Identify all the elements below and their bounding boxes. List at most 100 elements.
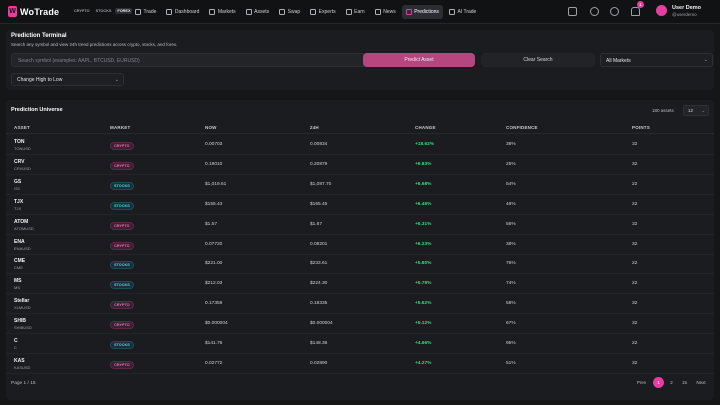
nav-label: Assets	[254, 9, 270, 15]
change-value: +4.27%	[415, 360, 432, 366]
change-value: +9.83%	[415, 161, 432, 167]
language-flag-icon[interactable]	[590, 7, 599, 16]
asset-symbol: C	[14, 338, 18, 344]
now-price: 0.17359	[205, 301, 223, 307]
predicted-24h-price: $165.45	[310, 201, 328, 207]
col-now[interactable]: NOW	[205, 125, 217, 130]
user-name[interactable]: User Demo	[672, 5, 701, 11]
nav-predictions[interactable]: Predictions	[401, 5, 443, 19]
market-switch-forex[interactable]: FOREX	[115, 8, 133, 14]
nav-earn[interactable]: Earn	[342, 5, 369, 19]
asset-pair: XLMUSD	[14, 305, 31, 311]
wallet-icon[interactable]	[568, 7, 577, 16]
nav-label: News	[383, 9, 396, 15]
points-value: 32	[632, 142, 638, 147]
nav-experts[interactable]: Experts	[306, 5, 339, 19]
avatar[interactable]	[656, 5, 667, 16]
market-badge: STOCKS	[110, 201, 134, 210]
col-asset[interactable]: ASSET	[14, 125, 30, 130]
terminal-title: Prediction Terminal	[11, 33, 67, 39]
change-value: +5.79%	[415, 281, 432, 287]
nav-ai-trade[interactable]: AI Trade	[445, 5, 480, 19]
predicted-24h-price: 0.02890	[310, 360, 328, 366]
nav-markets[interactable]: Markets	[205, 5, 239, 19]
col-points[interactable]: POINTS	[632, 125, 650, 130]
page-button-2[interactable]: 2	[666, 377, 677, 388]
asset-pair: ENAUSD	[14, 245, 31, 251]
page-button-15[interactable]: 15	[679, 377, 690, 388]
universe-title: Prediction Universe	[11, 107, 63, 113]
confidence-value: 74%	[506, 281, 516, 287]
confidence-value: 58%	[506, 301, 516, 307]
confidence-value: 38%	[506, 142, 516, 147]
asset-symbol: TJX	[14, 198, 24, 205]
nav-swap[interactable]: Swap	[275, 5, 304, 19]
clear-search-button[interactable]: Clear Search	[481, 53, 595, 67]
table-row[interactable]: CME CME STOCKS $221.00 $233.61 +5.80% 76% 22	[6, 254, 714, 275]
table-row[interactable]: MS MS STOCKS $212.03 $224.30 +5.79% 74% 22	[6, 274, 714, 295]
nav-news[interactable]: News	[371, 5, 400, 19]
sort-value: Change High to Low	[17, 77, 63, 83]
predict-asset-button[interactable]: Predict Asset	[363, 53, 475, 67]
col-24h[interactable]: 24H	[310, 125, 319, 130]
assets-icon	[245, 9, 252, 15]
predicted-24h-price: $148.36	[310, 341, 328, 346]
market-badge: STOCKS	[110, 181, 134, 190]
market-filter-select[interactable]: All Markets ⌄	[600, 53, 713, 67]
change-value: +6.68%	[415, 181, 432, 187]
bell-icon[interactable]	[631, 7, 640, 16]
points-value: 22	[632, 341, 638, 346]
table-row[interactable]: Stellar XLMUSD CRYPTO 0.17359 0.18335 +5.62% 5…	[6, 294, 714, 315]
table-row[interactable]: C C STOCKS $141.76 $148.36 +4.66% 95% 22	[6, 334, 714, 354]
col-change[interactable]: CHANGE	[415, 125, 436, 130]
points-value: 22	[632, 181, 638, 187]
change-value: +5.62%	[415, 301, 432, 307]
asset-symbol: Stellar	[14, 298, 30, 305]
change-value: +18.62%	[415, 142, 435, 147]
predicted-24h-price: $233.61	[310, 261, 328, 267]
now-price: 0.07720	[205, 241, 223, 247]
symbol-search-input[interactable]: Search symbol (examples: AAPL, BTCUSD, E…	[11, 53, 366, 67]
table-row[interactable]: KAS KASUSD CRYPTO 0.02772 0.02890 +4.27% 51% 32	[6, 354, 714, 374]
experts-icon	[310, 9, 317, 15]
logo-mark-icon: W	[8, 6, 17, 17]
table-row[interactable]: ATOM ATOMUSD CRYPTO $1.57 $1.67 +6.31% 56% 32	[6, 215, 714, 235]
asset-symbol: ATOM	[14, 218, 29, 225]
nav-label: AI Trade	[457, 9, 477, 15]
table-row[interactable]: ENA ENAUSD CRYPTO 0.07720 0.08201 +6.23% 38% 32	[6, 235, 714, 255]
table-row[interactable]: TON TONUSD CRYPTO 0.00703 0.00834 +18.62% 38% 3…	[6, 135, 714, 155]
market-switch-crypto[interactable]: CRYPTO	[72, 8, 92, 14]
table-row[interactable]: GS GS STOCKS $1,019.61 $1,087.70 +6.68% 54% 22	[6, 175, 714, 195]
next-page-button[interactable]: Next	[693, 377, 709, 388]
swap-icon	[279, 9, 286, 15]
prev-page-button[interactable]: Prev	[634, 377, 649, 388]
chevron-down-icon: ⌄	[703, 57, 708, 63]
predictions-icon	[405, 9, 412, 15]
notification-badge: 1	[637, 1, 644, 8]
nav-dashboard[interactable]: Dashboard	[162, 5, 203, 19]
robot-icon	[448, 9, 455, 15]
confidence-value: 67%	[506, 321, 516, 327]
sort-select[interactable]: Change High to Low ⌄	[11, 73, 124, 86]
page-button-1[interactable]: 1	[653, 377, 664, 388]
col-confidence[interactable]: CONFIDENCE	[506, 125, 538, 130]
trade-icon	[135, 9, 141, 15]
per-page-select[interactable]: 12 ⌄	[683, 105, 709, 116]
change-value: +6.31%	[415, 221, 432, 227]
nav-assets[interactable]: Assets	[242, 5, 274, 19]
confidence-value: 54%	[506, 181, 516, 187]
nav-label: Predictions	[414, 9, 439, 15]
nav-trade[interactable]: Trade	[131, 5, 160, 19]
table-row[interactable]: CRV CRVUSD CRYPTO 0.19010 0.20879 +9.83% 25% 32	[6, 155, 714, 175]
now-price: $221.00	[205, 261, 223, 267]
nav-label: Dashboard	[174, 9, 200, 15]
confidence-value: 76%	[506, 261, 516, 267]
col-market[interactable]: MARKET	[110, 125, 130, 130]
chat-icon[interactable]	[610, 7, 619, 16]
table-row[interactable]: SHIB SHIBUSD CRYPTO $0.000004 $0.000004 +5.12…	[6, 314, 714, 335]
table-row[interactable]: TJX TJX STOCKS $155.43 $165.45 +6.46% 46% 22	[6, 195, 714, 215]
brand-logo[interactable]: W WoTrade	[8, 6, 59, 17]
points-value: 22	[632, 261, 638, 267]
market-switch-stocks[interactable]: STOCKS	[94, 8, 114, 14]
market-badge: CRYPTO	[110, 321, 134, 330]
